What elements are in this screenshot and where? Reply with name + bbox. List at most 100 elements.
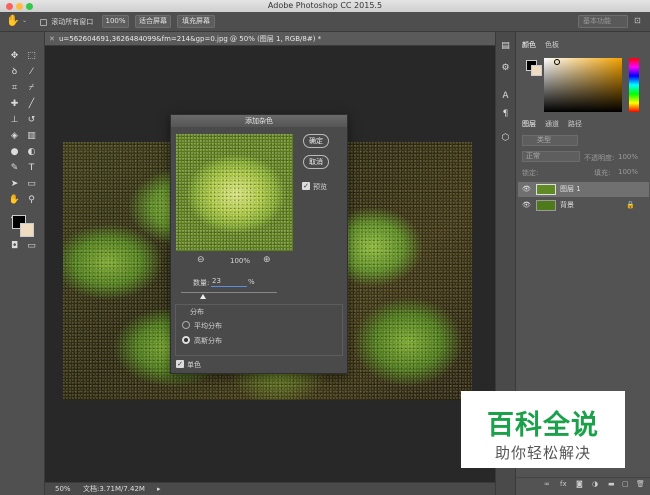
3d-panel-icon[interactable]: ⬡ <box>499 132 512 145</box>
amount-unit: % <box>248 278 255 286</box>
amount-input[interactable]: 23 <box>211 276 247 287</box>
fit-screen-button[interactable]: 适合屏幕 <box>135 15 171 28</box>
workspace-menu-icon[interactable]: ⊡ <box>634 16 641 25</box>
new-layer-icon[interactable]: ▢ <box>622 480 629 488</box>
eyedropper-tool-icon[interactable]: ⌿ <box>25 82 38 95</box>
opacity-label: 不透明度: <box>584 154 615 162</box>
amount-slider-thumb[interactable] <box>200 294 207 299</box>
document-tab-title: u=562604691,3626484099&fm=214&gp=0.jpg @… <box>59 35 322 43</box>
background-color-swatch[interactable] <box>20 223 34 237</box>
bg-color-swatch[interactable] <box>531 65 542 76</box>
scroll-all-windows-label: 滚动所有窗口 <box>51 18 94 26</box>
lock-label: 锁定: <box>522 169 539 177</box>
adjustment-layer-icon[interactable]: ◑ <box>592 480 598 488</box>
healing-brush-tool-icon[interactable]: ✚ <box>8 98 21 111</box>
zoom-tool-icon[interactable]: ⚲ <box>25 194 38 207</box>
amount-label: 数量: <box>193 279 210 287</box>
dialog-title: 添加杂色 <box>171 115 347 127</box>
lock-icon: 🔒 <box>626 201 635 209</box>
zoom-out-icon[interactable]: ⊖ <box>197 255 205 265</box>
path-selection-tool-icon[interactable]: ➤ <box>8 178 21 191</box>
minimize-window-button[interactable] <box>16 3 23 10</box>
move-tool-icon[interactable]: ✥ <box>8 50 21 63</box>
hue-slider[interactable] <box>629 58 639 112</box>
tab-swatches[interactable]: 色板 <box>545 39 559 52</box>
crop-tool-icon[interactable]: ⌗ <box>8 82 21 95</box>
layer-name[interactable]: 图层 1 <box>560 182 581 197</box>
paragraph-panel-icon[interactable]: ¶ <box>499 108 512 121</box>
cancel-button[interactable]: 取消 <box>303 155 329 169</box>
status-bar: 50% 文档:3.71M/7.42M ▸ <box>45 482 495 495</box>
clone-stamp-tool-icon[interactable]: ⊥ <box>8 114 21 127</box>
workspace-selector[interactable]: 基本功能 <box>578 15 628 28</box>
add-noise-dialog: 添加杂色 ⊖ 100% ⊕ 确定 取消 ✓ 预览 数量: 23 % 分布 平均分… <box>170 114 348 374</box>
color-field[interactable] <box>544 58 622 112</box>
chevron-down-icon[interactable]: ⌄ <box>22 17 27 24</box>
ok-button[interactable]: 确定 <box>303 134 329 148</box>
quick-mask-icon[interactable]: ◘ <box>8 240 21 253</box>
document-tab[interactable]: ✕ u=562604691,3626484099&fm=214&gp=0.jpg… <box>45 32 495 46</box>
tab-paths[interactable]: 路径 <box>568 118 582 131</box>
uniform-radio[interactable] <box>182 321 190 329</box>
filter-preview[interactable] <box>176 134 293 251</box>
visibility-eye-icon[interactable]: 👁 <box>522 198 531 213</box>
delete-layer-icon[interactable]: 🗑 <box>636 480 645 488</box>
layer-name[interactable]: 背景 <box>560 198 574 213</box>
hand-tool-icon[interactable]: ✋ <box>8 194 21 207</box>
screen-mode-icon[interactable]: ▭ <box>25 240 38 253</box>
tab-channels[interactable]: 通道 <box>545 118 559 131</box>
pen-tool-icon[interactable]: ✎ <box>8 162 21 175</box>
lasso-tool-icon[interactable]: ꝺ <box>8 66 21 79</box>
zoom-window-button[interactable] <box>26 3 33 10</box>
monochromatic-checkbox[interactable]: ✓ <box>176 360 184 368</box>
close-tab-icon[interactable]: ✕ <box>49 32 55 46</box>
amount-slider-track[interactable] <box>181 292 277 293</box>
color-picker-marker[interactable] <box>554 59 560 65</box>
blur-tool-icon[interactable]: ● <box>8 146 21 159</box>
dodge-tool-icon[interactable]: ◐ <box>25 146 38 159</box>
fill-screen-button[interactable]: 填充屏幕 <box>177 15 215 28</box>
watermark: 百科全说 助你轻松解决 <box>461 391 625 468</box>
checkbox-icon[interactable] <box>40 18 47 26</box>
tab-layers[interactable]: 图层 <box>522 118 536 131</box>
fill-label: 填充: <box>594 169 611 177</box>
link-layers-icon[interactable]: ∞ <box>544 480 550 488</box>
add-mask-icon[interactable]: ◙ <box>576 480 583 488</box>
zoom-in-icon[interactable]: ⊕ <box>263 255 271 265</box>
layer-row[interactable]: 👁 背景 🔒 <box>518 198 649 213</box>
properties-panel-icon[interactable]: ⚙ <box>499 62 512 75</box>
gaussian-radio[interactable] <box>182 336 190 344</box>
history-panel-icon[interactable]: ▤ <box>499 40 512 53</box>
layer-style-icon[interactable]: fx <box>560 480 567 488</box>
scroll-all-windows-checkbox[interactable]: 滚动所有窗口 <box>40 17 93 27</box>
preview-checkbox[interactable]: ✓ <box>302 182 310 190</box>
character-panel-icon[interactable]: A <box>499 90 512 103</box>
fill-value[interactable]: 100% <box>618 168 638 176</box>
tab-color[interactable]: 颜色 <box>522 39 536 52</box>
gradient-tool-icon[interactable]: ▥ <box>25 130 38 143</box>
brush-tool-icon[interactable]: ╱ <box>25 98 38 111</box>
opacity-value[interactable]: 100% <box>618 153 638 161</box>
magic-wand-tool-icon[interactable]: ⁄ <box>25 66 38 79</box>
tools-panel: ✥ ⬚ ꝺ ⁄ ⌗ ⌿ ✚ ╱ ⊥ ↺ ◈ ▥ ● ◐ ✎ T ➤ ▭ ✋ ⚲ … <box>0 32 45 495</box>
close-window-button[interactable] <box>6 3 13 10</box>
gaussian-label: 高斯分布 <box>194 337 222 345</box>
eraser-tool-icon[interactable]: ◈ <box>8 130 21 143</box>
status-menu-icon[interactable]: ▸ <box>157 483 161 495</box>
layer-row[interactable]: 👁 图层 1 <box>518 182 649 197</box>
visibility-eye-icon[interactable]: 👁 <box>522 182 531 197</box>
history-brush-tool-icon[interactable]: ↺ <box>25 114 38 127</box>
options-bar: ✋ ⌄ 滚动所有窗口 100% 适合屏幕 填充屏幕 基本功能 ⊡ <box>0 12 650 32</box>
window-title-bar: Adobe Photoshop CC 2015.5 <box>0 0 650 12</box>
blend-mode-select[interactable]: 正常 <box>522 151 580 162</box>
rectangle-tool-icon[interactable]: ▭ <box>25 178 38 191</box>
layer-kind-filter[interactable]: 类型 <box>522 135 578 146</box>
status-zoom[interactable]: 50% <box>55 483 71 495</box>
marquee-tool-icon[interactable]: ⬚ <box>25 50 38 63</box>
preview-label: 预览 <box>313 183 327 191</box>
new-group-icon[interactable]: ▬ <box>608 480 615 488</box>
hand-tool-icon[interactable]: ✋ <box>6 14 20 27</box>
zoom-100-button[interactable]: 100% <box>102 15 129 28</box>
app-title: Adobe Photoshop CC 2015.5 <box>267 1 383 10</box>
type-tool-icon[interactable]: T <box>25 162 38 175</box>
